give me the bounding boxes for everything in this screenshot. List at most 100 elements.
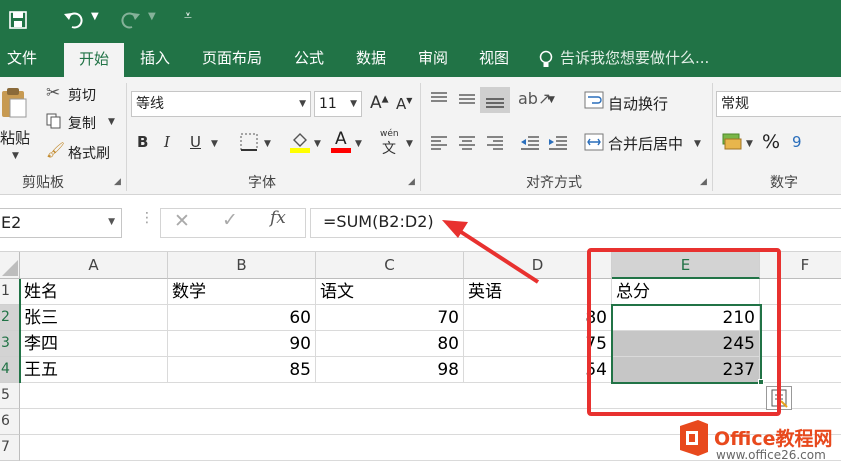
format-painter-button[interactable]: 格式刷 (68, 143, 110, 163)
cut-button[interactable]: 剪切 (68, 85, 96, 105)
tab-formulas[interactable]: 公式 (284, 40, 334, 77)
copy-dropdown-icon[interactable]: ▼ (108, 117, 115, 127)
comma-style-button[interactable]: 9 (792, 133, 802, 151)
paste-icon[interactable] (0, 87, 28, 119)
column-header-b[interactable]: B (168, 252, 316, 279)
wrap-text-icon (584, 91, 604, 109)
font-size-value: 11 (319, 96, 337, 112)
number-group-label: 数字 (770, 175, 798, 191)
currency-dropdown-icon[interactable]: ▼ (746, 139, 753, 149)
row-header-1[interactable]: 1 (0, 279, 20, 305)
divider (712, 83, 713, 191)
select-all-corner[interactable] (0, 252, 20, 279)
font-name-select[interactable]: 等线 ▼ (131, 91, 311, 117)
tab-insert[interactable]: 插入 (130, 40, 180, 77)
paste-button[interactable]: 粘贴 (0, 127, 30, 148)
paste-dropdown-icon[interactable]: ▼ (12, 151, 19, 161)
fill-color-icon[interactable] (290, 131, 310, 153)
increase-font-icon[interactable]: A▲ (370, 93, 389, 113)
cell-c3[interactable]: 80 (316, 331, 464, 357)
alignment-launcher-icon[interactable]: ◢ (700, 177, 707, 187)
clipboard-launcher-icon[interactable]: ◢ (114, 177, 121, 187)
merge-dropdown-icon[interactable]: ▼ (694, 139, 701, 149)
ribbon-tabs: 文件 开始 插入 页面布局 公式 数据 审阅 视图 告诉我您想要做什么... (0, 40, 841, 77)
row-header-3[interactable]: 3 (0, 331, 20, 357)
row-header-5[interactable]: 5 (0, 383, 20, 409)
font-color-icon[interactable]: A (331, 129, 351, 153)
save-icon[interactable] (8, 10, 28, 30)
number-format-value: 常规 (721, 96, 749, 112)
increase-indent-icon[interactable] (548, 135, 568, 151)
enter-icon[interactable]: ✓ (222, 209, 238, 231)
copy-icon (46, 113, 62, 129)
redo-icon[interactable] (118, 10, 142, 30)
annotation-highlight-box (587, 248, 781, 416)
row-header-7[interactable]: 7 (0, 435, 20, 461)
percent-button[interactable]: % (762, 131, 780, 153)
formula-bar-grip-icon[interactable]: ⋮ (140, 210, 154, 226)
align-right-icon[interactable] (486, 135, 504, 151)
tab-view[interactable]: 视图 (469, 40, 519, 77)
tab-file[interactable]: 文件 (0, 40, 44, 77)
formula-input[interactable]: =SUM(B2:D2) (310, 208, 841, 238)
borders-dropdown-icon[interactable]: ▼ (264, 139, 271, 149)
cell-c4[interactable]: 98 (316, 357, 464, 383)
fill-color-dropdown-icon[interactable]: ▼ (314, 139, 321, 149)
tab-review[interactable]: 审阅 (408, 40, 458, 77)
underline-button[interactable]: U (190, 133, 201, 151)
cell-a1[interactable]: 姓名 (20, 279, 168, 305)
undo-icon[interactable] (62, 10, 86, 30)
tab-page-layout[interactable]: 页面布局 (192, 40, 272, 77)
cell-b1[interactable]: 数学 (168, 279, 316, 305)
undo-dropdown-icon[interactable]: ▼ (91, 11, 99, 22)
chevron-down-icon: ▼ (299, 99, 306, 109)
cell-a2[interactable]: 张三 (20, 305, 168, 331)
cell-a4[interactable]: 王五 (20, 357, 168, 383)
customize-toolbar-icon[interactable]: ⩡ (184, 8, 192, 24)
cell-c2[interactable]: 70 (316, 305, 464, 331)
align-center-icon[interactable] (458, 135, 476, 151)
cell-a3[interactable]: 李四 (20, 331, 168, 357)
font-size-select[interactable]: 11 ▼ (314, 91, 362, 117)
merge-center-button[interactable]: 合并后居中 (608, 133, 683, 154)
decrease-indent-icon[interactable] (520, 135, 540, 151)
bottom-align-icon[interactable] (480, 87, 510, 113)
lightbulb-icon[interactable] (538, 50, 554, 70)
cell-b3[interactable]: 90 (168, 331, 316, 357)
name-box[interactable]: E2 ▼ (0, 208, 122, 238)
number-format-select[interactable]: 常规 (716, 91, 841, 117)
watermark-logo-icon (676, 418, 710, 458)
annotation-arrow (442, 220, 540, 284)
cell-b2[interactable]: 60 (168, 305, 316, 331)
title-bar: ▼ ▼ ⩡ (0, 0, 841, 40)
tell-me-search[interactable]: 告诉我您想要做什么... (560, 40, 730, 77)
font-color-dropdown-icon[interactable]: ▼ (355, 139, 362, 149)
copy-button[interactable]: 复制 (68, 113, 96, 133)
column-header-a[interactable]: A (20, 252, 168, 279)
row-header-6[interactable]: 6 (0, 409, 20, 435)
tab-data[interactable]: 数据 (346, 40, 396, 77)
row-header-4[interactable]: 4 (0, 357, 20, 383)
font-launcher-icon[interactable]: ◢ (408, 177, 415, 187)
wrap-text-button[interactable]: 自动换行 (608, 93, 668, 114)
italic-button[interactable]: I (164, 133, 170, 151)
tab-home[interactable]: 开始 (64, 43, 124, 77)
decrease-font-icon[interactable]: A▼ (396, 95, 412, 113)
merge-center-icon (584, 133, 604, 151)
phonetic-dropdown-icon[interactable]: ▼ (406, 139, 413, 149)
currency-format-icon[interactable] (722, 129, 742, 153)
orientation-icon[interactable]: ab↗ (518, 89, 551, 108)
orientation-dropdown-icon[interactable]: ▼ (548, 95, 555, 105)
row-header-2[interactable]: 2 (0, 305, 20, 331)
phonetic-guide-icon[interactable]: wén 文 (380, 129, 402, 157)
bold-button[interactable]: B (137, 133, 148, 151)
align-left-icon[interactable] (430, 135, 448, 151)
cell-b4[interactable]: 85 (168, 357, 316, 383)
underline-dropdown-icon[interactable]: ▼ (211, 139, 218, 149)
middle-align-icon[interactable] (458, 91, 476, 107)
borders-icon[interactable] (240, 133, 258, 151)
top-align-icon[interactable] (430, 91, 448, 107)
redo-dropdown-icon[interactable]: ▼ (148, 11, 156, 22)
insert-function-icon[interactable]: fx (270, 208, 286, 228)
cancel-icon[interactable]: ✕ (174, 210, 190, 232)
